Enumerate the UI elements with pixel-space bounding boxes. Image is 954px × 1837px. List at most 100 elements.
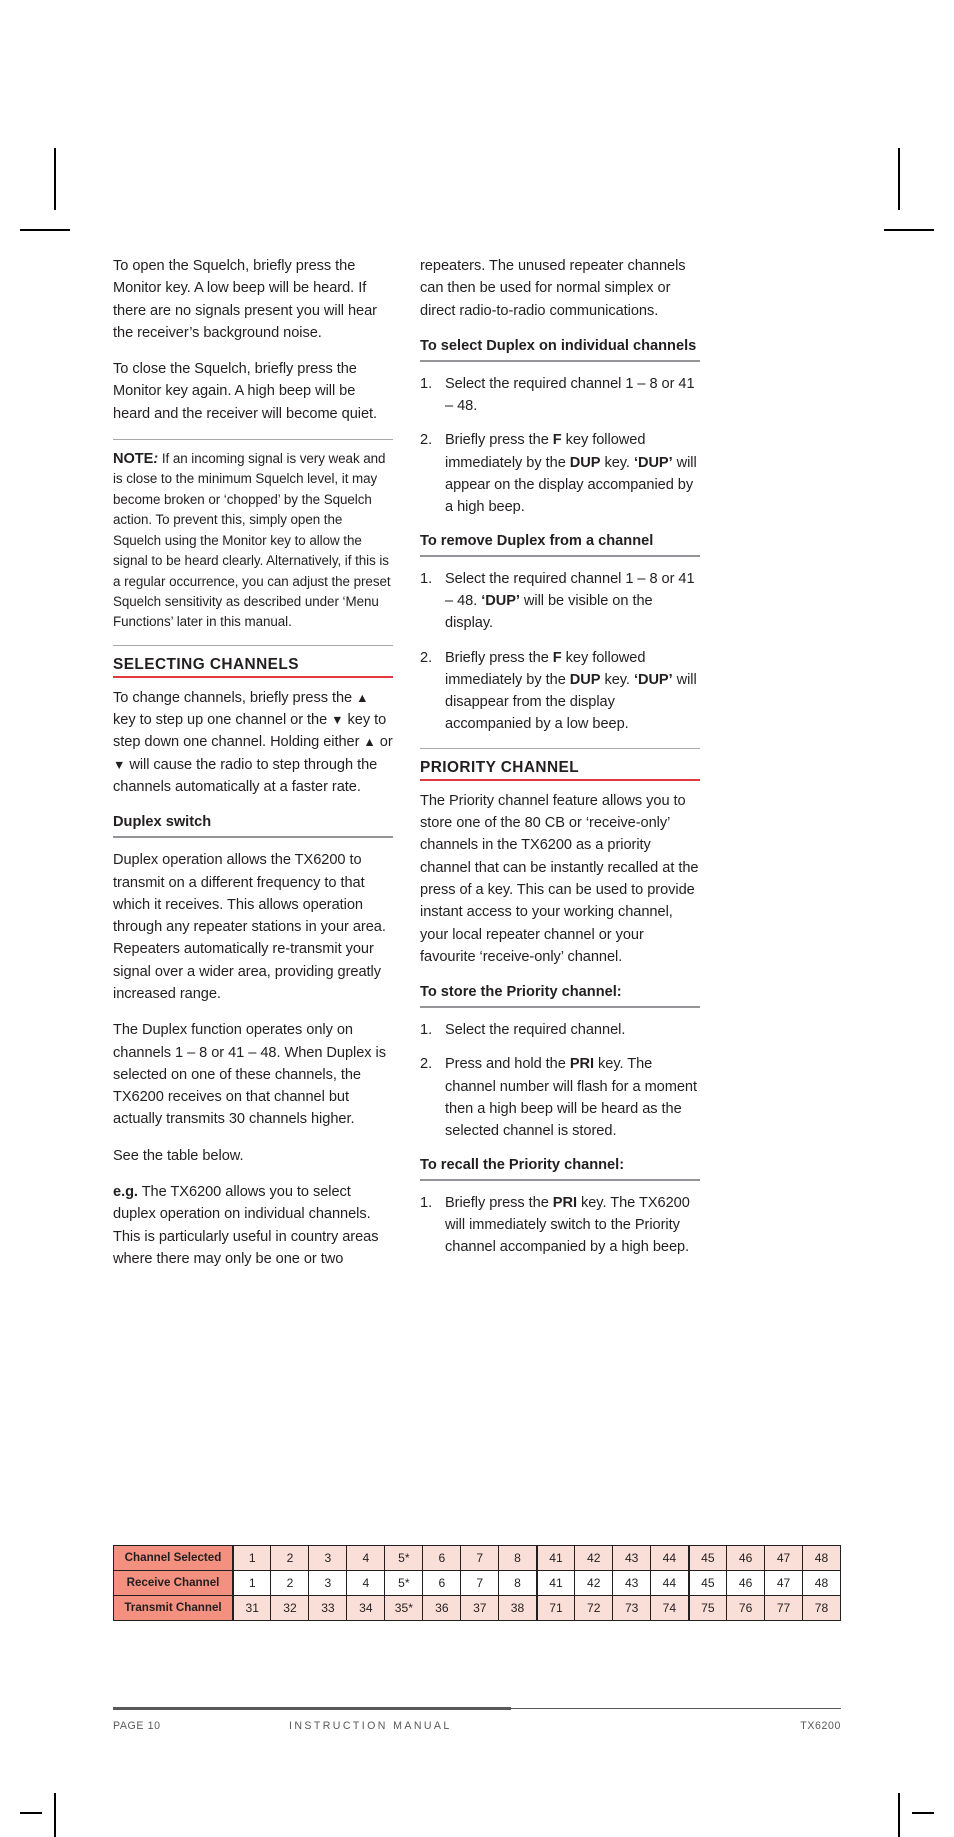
crop-mark-bottom-right-horizontal xyxy=(912,1812,934,1814)
table-cell: 3 xyxy=(308,1570,348,1596)
table-cell: 71 xyxy=(535,1595,576,1621)
paragraph-change-channels: To change channels, briefly press the ▲ … xyxy=(113,687,393,798)
table-cell: 35* xyxy=(384,1595,424,1621)
key-label: ‘DUP’ xyxy=(633,671,673,688)
note-label: NOTE xyxy=(113,451,154,468)
table-cell: 5* xyxy=(384,1570,424,1596)
paragraph-open-squelch: To open the Squelch, briefly press the M… xyxy=(113,258,377,341)
key-label: DUP xyxy=(569,454,601,471)
sub-heading-select-duplex: To select Duplex on individual channels xyxy=(420,336,700,362)
list-item: Select the required channel 1 – 8 or 41 … xyxy=(420,568,700,635)
sub-heading-remove-duplex: To remove Duplex from a channel xyxy=(420,531,700,557)
channel-table-container: Channel Selected 1 2 3 4 5* 6 7 8 41 42 43 44 45 46 47 4… xyxy=(113,1545,841,1621)
table-cell: 48 xyxy=(802,1570,841,1596)
table-cell: 7 xyxy=(460,1570,500,1596)
page-content: To open the Squelch, briefly press the M… xyxy=(113,255,841,1271)
note-block: NOTE: If an incoming signal is very weak… xyxy=(113,439,393,633)
right-column: repeaters. The unused repeater channels … xyxy=(420,255,700,1271)
crop-mark-bottom-left-vertical xyxy=(54,1793,56,1837)
paragraph-duplex-operation: Duplex operation allows the TX6200 to tr… xyxy=(113,852,386,1002)
step-text: Press and hold the xyxy=(445,1056,570,1073)
sub-heading-recall-priority: To recall the Priority channel: xyxy=(420,1155,700,1181)
table-cell: 44 xyxy=(650,1570,690,1596)
key-label: F xyxy=(552,432,562,449)
table-cell: 76 xyxy=(726,1595,766,1621)
list-item: Select the required channel 1 – 8 or 41 … xyxy=(420,373,700,418)
list-item: Briefly press the F key followed immedia… xyxy=(420,647,700,736)
key-label: PRI xyxy=(569,1056,594,1073)
example-text: The TX6200 allows you to select duplex o… xyxy=(113,1184,379,1267)
step-text: key. xyxy=(600,454,634,471)
table-cell: 45 xyxy=(687,1545,728,1571)
sub-heading-duplex-switch: Duplex switch xyxy=(113,812,393,839)
list-item: Select the required channel. xyxy=(420,1019,700,1042)
two-column-layout: To open the Squelch, briefly press the M… xyxy=(113,255,841,1271)
down-arrow-icon: ▼ xyxy=(331,713,344,728)
table-cell: 5* xyxy=(384,1545,424,1571)
key-label: DUP xyxy=(569,671,601,688)
channel-table-body: Channel Selected 1 2 3 4 5* 6 7 8 41 42 43 44 45 46 47 4… xyxy=(113,1545,841,1621)
note-paragraph: NOTE: If an incoming signal is very weak… xyxy=(113,449,393,633)
crop-mark-top-right-vertical xyxy=(898,148,900,210)
table-row-label: Channel Selected xyxy=(113,1545,234,1571)
table-cell: 37 xyxy=(460,1595,500,1621)
steps-recall-priority: Briefly press the PRI key. The TX6200 wi… xyxy=(420,1192,700,1259)
paragraph-duplex-function: The Duplex function operates only on cha… xyxy=(113,1022,386,1128)
section-heading-label-priority: PRIORITY CHANNEL xyxy=(420,758,700,781)
sub-heading-store-priority: To store the Priority channel: xyxy=(420,982,700,1009)
section-heading-selecting-channels: SELECTING CHANNELS xyxy=(113,644,393,678)
paragraph-close-squelch: To close the Squelch, briefly press the … xyxy=(113,361,378,422)
table-cell: 72 xyxy=(574,1595,614,1621)
table-row: Transmit Channel 31 32 33 34 35* 36 37 38 71 72 73 7… xyxy=(113,1595,841,1621)
table-cell: 78 xyxy=(802,1595,841,1621)
key-label: F xyxy=(552,649,562,666)
crop-mark-top-left-horizontal xyxy=(20,229,70,231)
step-text: Briefly press the xyxy=(445,649,553,666)
table-row: Receive Channel 1 2 3 4 5* 6 7 8 41 42 43 44 45 46 47 48 xyxy=(113,1570,841,1596)
table-cell: 77 xyxy=(764,1595,804,1621)
table-cell: 38 xyxy=(498,1595,538,1621)
footer-row: PAGE 10 INSTRUCTION MANUAL TX6200 xyxy=(113,1707,841,1732)
list-item: Briefly press the F key followed immedia… xyxy=(420,429,700,518)
table-cell: 42 xyxy=(574,1545,614,1571)
table-cell: 73 xyxy=(612,1595,652,1621)
table-cell: 74 xyxy=(650,1595,690,1621)
channel-table: Channel Selected 1 2 3 4 5* 6 7 8 41 42 43 44 45 46 47 4… xyxy=(113,1545,841,1621)
table-cell: 32 xyxy=(270,1595,310,1621)
section-heading-label: SELECTING CHANNELS xyxy=(113,655,393,678)
page-footer: PAGE 10 INSTRUCTION MANUAL TX6200 xyxy=(113,1707,841,1732)
crop-mark-top-left-vertical xyxy=(54,148,56,210)
paragraph-priority-feature: The Priority channel feature allows you … xyxy=(420,792,699,965)
list-item: Press and hold the PRI key. The channel … xyxy=(420,1053,700,1142)
table-cell: 47 xyxy=(764,1545,804,1571)
step-text: Briefly press the xyxy=(445,1194,553,1211)
crop-mark-bottom-left-horizontal xyxy=(20,1812,42,1814)
steps-select-duplex: Select the required channel 1 – 8 or 41 … xyxy=(420,373,700,519)
table-cell: 2 xyxy=(270,1570,310,1596)
table-cell: 44 xyxy=(650,1545,690,1571)
table-cell: 43 xyxy=(612,1545,652,1571)
key-label: ‘DUP’ xyxy=(633,454,673,471)
table-row-label: Transmit Channel xyxy=(113,1595,234,1621)
table-cell: 3 xyxy=(308,1545,348,1571)
table-cell: 48 xyxy=(802,1545,841,1571)
footer-manual-title: INSTRUCTION MANUAL xyxy=(289,1720,452,1732)
table-cell: 45 xyxy=(687,1570,728,1596)
steps-remove-duplex: Select the required channel 1 – 8 or 41 … xyxy=(420,568,700,736)
table-cell: 75 xyxy=(687,1595,728,1621)
steps-store-priority: Select the required channel. Press and ho… xyxy=(420,1019,700,1142)
crop-mark-bottom-right-vertical xyxy=(898,1793,900,1837)
step-text: Select the required channel 1 – 8 or 41 … xyxy=(445,375,695,415)
key-label: ‘DUP’ xyxy=(481,592,520,609)
table-cell: 8 xyxy=(498,1545,538,1571)
table-cell: 46 xyxy=(726,1545,766,1571)
left-column: To open the Squelch, briefly press the M… xyxy=(113,255,393,1270)
table-cell: 41 xyxy=(535,1545,576,1571)
table-cell: 8 xyxy=(498,1570,538,1596)
footer-page-number: PAGE 10 xyxy=(113,1720,161,1732)
paragraph-see-table: See the table below. xyxy=(113,1147,244,1164)
table-cell: 7 xyxy=(460,1545,500,1571)
up-arrow-icon: ▲ xyxy=(356,690,369,705)
list-item: Briefly press the PRI key. The TX6200 wi… xyxy=(420,1192,700,1259)
table-row: Channel Selected 1 2 3 4 5* 6 7 8 41 42 43 44 45 46 47 4… xyxy=(113,1545,841,1571)
